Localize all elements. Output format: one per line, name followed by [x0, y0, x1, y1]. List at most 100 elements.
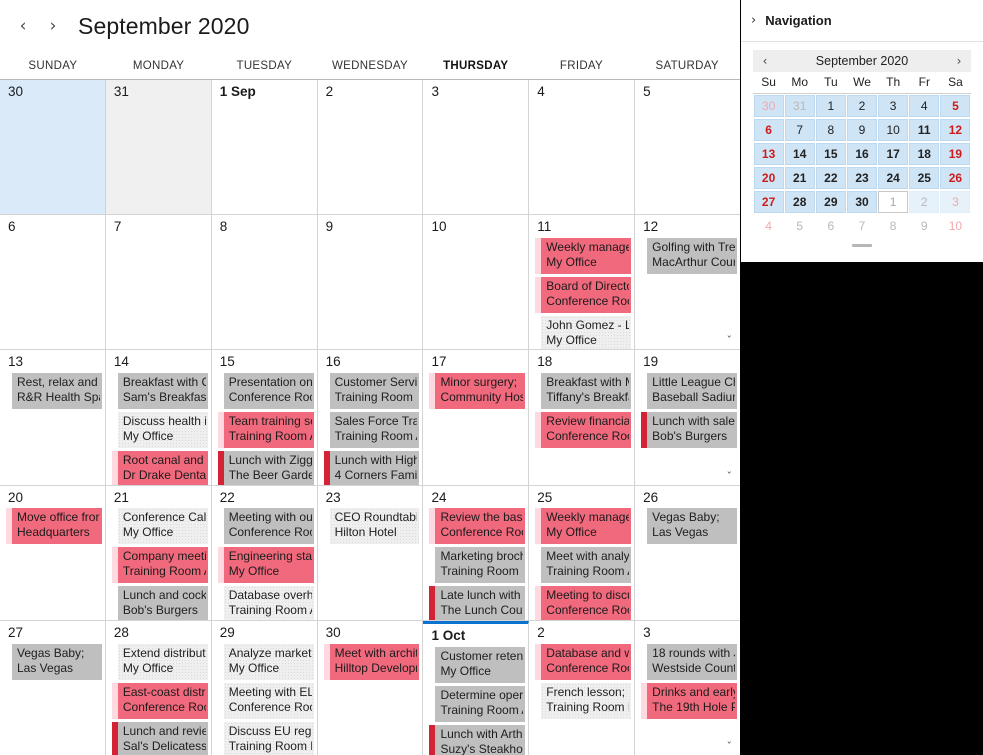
day-cell[interactable]: 25 Weekly manage My Office Meet with analy:… — [529, 485, 636, 620]
calendar-event[interactable]: Marketing broch Training Room B — [429, 547, 526, 584]
mini-day-cell[interactable]: 3 — [940, 191, 971, 213]
calendar-event[interactable]: Meeting with ou Conference Roo — [217, 508, 314, 545]
day-cell[interactable]: 10 — [423, 215, 530, 350]
day-cell[interactable]: 12 Golfing with Tre MacArthur Cour ˇ — [635, 215, 740, 350]
calendar-event[interactable]: Meet with analy: Training Room A — [535, 547, 632, 584]
calendar-event[interactable]: Lunch with Arthu Suzy's Steakhou — [429, 724, 526, 755]
calendar-event[interactable]: French lesson; Training Room B — [535, 682, 632, 719]
calendar-event[interactable]: Review the basic Conference Roo — [429, 508, 526, 545]
mini-day-cell[interactable]: 21 — [784, 167, 815, 189]
mini-day-cell[interactable]: 18 — [909, 143, 940, 165]
mini-day-cell[interactable]: 26 — [940, 167, 971, 189]
calendar-event[interactable]: Conference Call My Office — [111, 508, 208, 545]
calendar-event[interactable]: Lunch with sales Bob's Burgers — [641, 412, 738, 449]
mini-day-cell[interactable]: 4 — [754, 215, 784, 237]
day-cell[interactable]: 9 — [317, 215, 424, 350]
mini-next-month-button[interactable]: › — [947, 54, 971, 68]
calendar-event[interactable]: Company meetii Training Room A — [111, 547, 208, 584]
mini-day-cell[interactable]: 30 — [846, 191, 878, 213]
calendar-event[interactable]: Discuss EU regu Training Room B — [217, 721, 314, 755]
previous-month-button[interactable]: ‹ — [8, 11, 38, 41]
day-cell[interactable]: 3 18 rounds with J Westside Countr Drinks a… — [635, 620, 740, 755]
mini-day-cell[interactable]: 14 — [784, 143, 815, 165]
day-cell[interactable]: 8 — [211, 215, 318, 350]
calendar-event[interactable]: Engineering staf My Office — [217, 547, 314, 584]
mini-day-cell[interactable]: 8 — [878, 215, 908, 237]
mini-day-cell[interactable]: 10 — [878, 119, 909, 141]
calendar-event[interactable]: Breakfast with C Sam's Breakfast — [111, 373, 208, 410]
day-cell[interactable]: 31 — [105, 80, 212, 215]
mini-day-cell[interactable]: 20 — [753, 167, 784, 189]
mini-day-cell[interactable]: 2 — [909, 191, 940, 213]
calendar-event[interactable]: Database overha Training Room A — [217, 586, 314, 620]
calendar-event[interactable]: 18 rounds with J Westside Countr — [641, 643, 738, 680]
day-cell[interactable]: 2 Database and w Conference Roo French less… — [529, 620, 636, 755]
day-cell[interactable]: 15 Presentation on Conference Roo Team trai… — [211, 350, 318, 485]
day-cell[interactable]: 6 — [0, 215, 106, 350]
mini-day-cell[interactable]: 12 — [940, 119, 971, 141]
next-month-button[interactable]: › — [38, 11, 68, 41]
mini-day-cell[interactable]: 9 — [846, 119, 878, 141]
calendar-event[interactable]: Minor surgery; Community Hos — [429, 373, 526, 410]
day-cell[interactable]: 7 — [105, 215, 212, 350]
day-cell[interactable]: 2 — [317, 80, 424, 215]
resize-grip-handle[interactable] — [852, 244, 872, 247]
calendar-event[interactable]: Board of Directo Conference Roo — [535, 277, 632, 314]
mini-day-cell[interactable]: 27 — [753, 191, 784, 213]
day-cell[interactable]: 27 Vegas Baby; Las Vegas — [0, 620, 106, 755]
mini-day-cell[interactable]: 29 — [815, 191, 846, 213]
mini-day-cell[interactable]: 5 — [785, 215, 815, 237]
calendar-event[interactable]: East-coast distril Conference Roo — [111, 682, 208, 719]
calendar-event[interactable]: Lunch with Zigg The Beer Garder — [217, 451, 314, 485]
calendar-event[interactable]: Customer retent My Office — [429, 646, 526, 683]
mini-day-cell[interactable]: 4 — [909, 95, 940, 117]
day-cell[interactable]: 20 Move office fror Headquarters — [0, 485, 106, 620]
mini-month-title[interactable]: September 2020 — [777, 54, 947, 68]
calendar-event[interactable]: Determine opera Training Room A — [429, 685, 526, 722]
day-cell[interactable]: 4 — [529, 80, 636, 215]
chevron-down-icon[interactable]: ˇ — [621, 606, 627, 617]
calendar-event[interactable]: Rest, relax and g R&R Health Spa — [6, 373, 102, 410]
mini-day-cell[interactable]: 25 — [909, 167, 940, 189]
day-cell[interactable]: 28 Extend distributi My Office East-coast d… — [105, 620, 212, 755]
mini-day-cell[interactable]: 17 — [878, 143, 909, 165]
day-cell[interactable]: 26 Vegas Baby; Las Vegas — [635, 485, 740, 620]
mini-day-cell[interactable]: 5 — [940, 95, 971, 117]
chevron-down-icon[interactable]: ˇ — [727, 471, 733, 482]
mini-day-cell[interactable]: 24 — [878, 167, 909, 189]
calendar-event[interactable]: Little League Ch Baseball Sadium — [641, 373, 738, 410]
calendar-event[interactable]: Team training se Training Room A — [217, 412, 314, 449]
calendar-event[interactable]: Root canal and t Dr Drake Dental — [111, 451, 208, 485]
day-cell[interactable]: 1 Oct Customer retent My Office Determine o… — [423, 620, 530, 755]
calendar-event[interactable]: Lunch and revieˇ Sal's Delicatesse — [111, 721, 208, 755]
calendar-event[interactable]: Move office fror Headquarters — [6, 508, 102, 545]
day-cell[interactable]: 19 Little League Ch Baseball Sadium Lunch w… — [635, 350, 740, 485]
calendar-event[interactable]: Golfing with Tre MacArthur Cour — [641, 238, 738, 275]
day-cell[interactable]: 21 Conference Call My Office Company meetii… — [105, 485, 212, 620]
mini-day-cell[interactable]: 11 — [909, 119, 940, 141]
day-cell[interactable]: 16 Customer Servic Training Room B Sales Fo… — [317, 350, 424, 485]
mini-day-cell[interactable]: 30 — [753, 95, 784, 117]
chevron-right-icon[interactable]: › — [751, 13, 756, 28]
day-cell[interactable]: 23 CEO Roundtable Hilton Hotel — [317, 485, 424, 620]
mini-day-cell[interactable]: 7 — [847, 215, 877, 237]
mini-day-cell[interactable]: 23 — [846, 167, 878, 189]
mini-day-cell[interactable]: 2 — [846, 95, 878, 117]
day-cell[interactable]: 1 Sep — [211, 80, 318, 215]
mini-day-cell[interactable]: 31 — [784, 95, 815, 117]
day-cell[interactable]: 29 Analyze market My Office Meeting with EL… — [211, 620, 318, 755]
calendar-event[interactable]: Lunch with High 4 Corners Family — [323, 451, 420, 485]
calendar-event[interactable]: Weekly manage My Office — [535, 238, 632, 275]
mini-day-cell[interactable]: 13 — [753, 143, 784, 165]
chevron-down-icon[interactable]: ˇ — [727, 335, 733, 346]
mini-day-cell[interactable]: 19 — [940, 143, 971, 165]
calendar-event[interactable]: Weekly manage My Office — [535, 508, 632, 545]
calendar-event[interactable]: Meeting with EL Conference Roo — [217, 682, 314, 719]
mini-day-cell[interactable]: 10 — [940, 215, 970, 237]
mini-day-cell[interactable]: 6 — [816, 215, 846, 237]
calendar-event[interactable]: Vegas Baby; Las Vegas — [6, 643, 102, 680]
day-cell[interactable]: 22 Meeting with ou Conference Roo Engineeri… — [211, 485, 318, 620]
mini-previous-month-button[interactable]: ‹ — [753, 54, 777, 68]
calendar-event[interactable]: Breakfast with M Tiffany's Breakfa — [535, 373, 632, 410]
mini-day-cell[interactable]: 3 — [878, 95, 909, 117]
